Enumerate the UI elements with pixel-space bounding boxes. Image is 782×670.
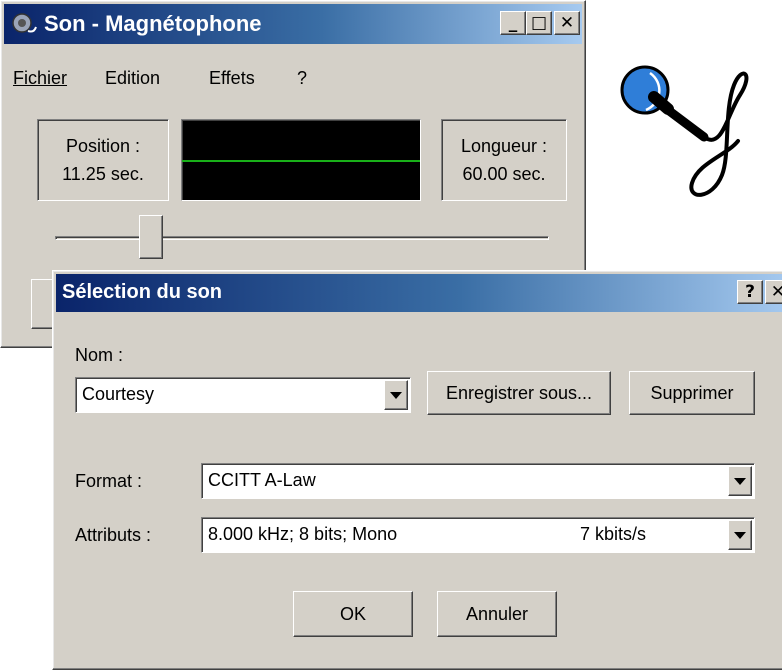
attributes-rate: 7 kbits/s [580, 524, 647, 544]
attributes-combobox[interactable]: 8.000 kHz; 8 bits; Mono 7 kbits/s [201, 517, 755, 553]
help-button[interactable]: ? [737, 280, 763, 304]
dropdown-arrow-icon[interactable] [384, 380, 408, 410]
microphone-icon [620, 65, 749, 197]
length-panel: Longueur : 60.00 sec. [441, 119, 567, 201]
minimize-icon: _ [508, 12, 518, 33]
menu-edition[interactable]: Edition [105, 68, 160, 89]
dropdown-arrow-icon[interactable] [728, 466, 752, 496]
speaker-icon [12, 13, 37, 33]
maximize-icon: □ [530, 12, 548, 33]
close-icon: ✕ [559, 12, 575, 33]
ok-button[interactable]: OK [293, 591, 413, 637]
format-combobox[interactable]: CCITT A-Law [201, 463, 755, 499]
format-label: Format : [75, 471, 143, 491]
attributes-value: 8.000 kHz; 8 bits; Mono [208, 524, 398, 544]
waveform-display [181, 119, 421, 201]
delete-label: Supprimer [650, 382, 734, 403]
format-value: CCITT A-Law [208, 470, 316, 490]
waveform-line [182, 160, 420, 162]
recorder-titlebar[interactable]: Son - Magnétophone _ □ ✕ [4, 4, 582, 44]
dialog-close-button[interactable]: ✕ [765, 280, 782, 304]
dialog-titlebar[interactable]: Sélection du son ? ✕ [56, 274, 782, 312]
close-icon: ✕ [770, 281, 782, 302]
cancel-button[interactable]: Annuler [437, 591, 557, 637]
length-label: Longueur : [460, 136, 548, 156]
cancel-label: Annuler [465, 603, 529, 624]
position-slider-track[interactable] [55, 236, 549, 240]
menu-help[interactable]: ? [297, 68, 307, 89]
delete-button[interactable]: Supprimer [629, 371, 755, 415]
length-value: 60.00 sec. [462, 164, 546, 184]
minimize-button[interactable]: _ [500, 11, 526, 35]
close-button[interactable]: ✕ [554, 11, 580, 35]
attributes-label: Attributs : [75, 525, 152, 545]
dropdown-arrow-icon[interactable] [728, 520, 752, 550]
recorder-title: Son - Magnétophone [44, 11, 262, 36]
position-value: 11.25 sec. [62, 164, 144, 184]
name-combobox[interactable]: Courtesy [75, 377, 411, 413]
name-value: Courtesy [82, 384, 155, 404]
menu-fichier[interactable]: Fichier [13, 68, 67, 89]
menu-effets[interactable]: Effets [209, 68, 255, 89]
sound-selection-dialog: Sélection du son ? ✕ Nom : Courtesy Enre… [52, 270, 782, 670]
ok-label: OK [339, 603, 366, 624]
help-icon: ? [745, 281, 755, 302]
maximize-button[interactable]: □ [526, 11, 552, 35]
position-slider-thumb[interactable] [139, 215, 163, 259]
save-as-label: Enregistrer sous... [445, 382, 593, 403]
name-label: Nom : [75, 345, 124, 365]
save-as-button[interactable]: Enregistrer sous... [427, 371, 611, 415]
position-panel: Position : 11.25 sec. [37, 119, 169, 201]
dialog-title: Sélection du son [62, 281, 223, 303]
position-label: Position : [65, 136, 141, 156]
